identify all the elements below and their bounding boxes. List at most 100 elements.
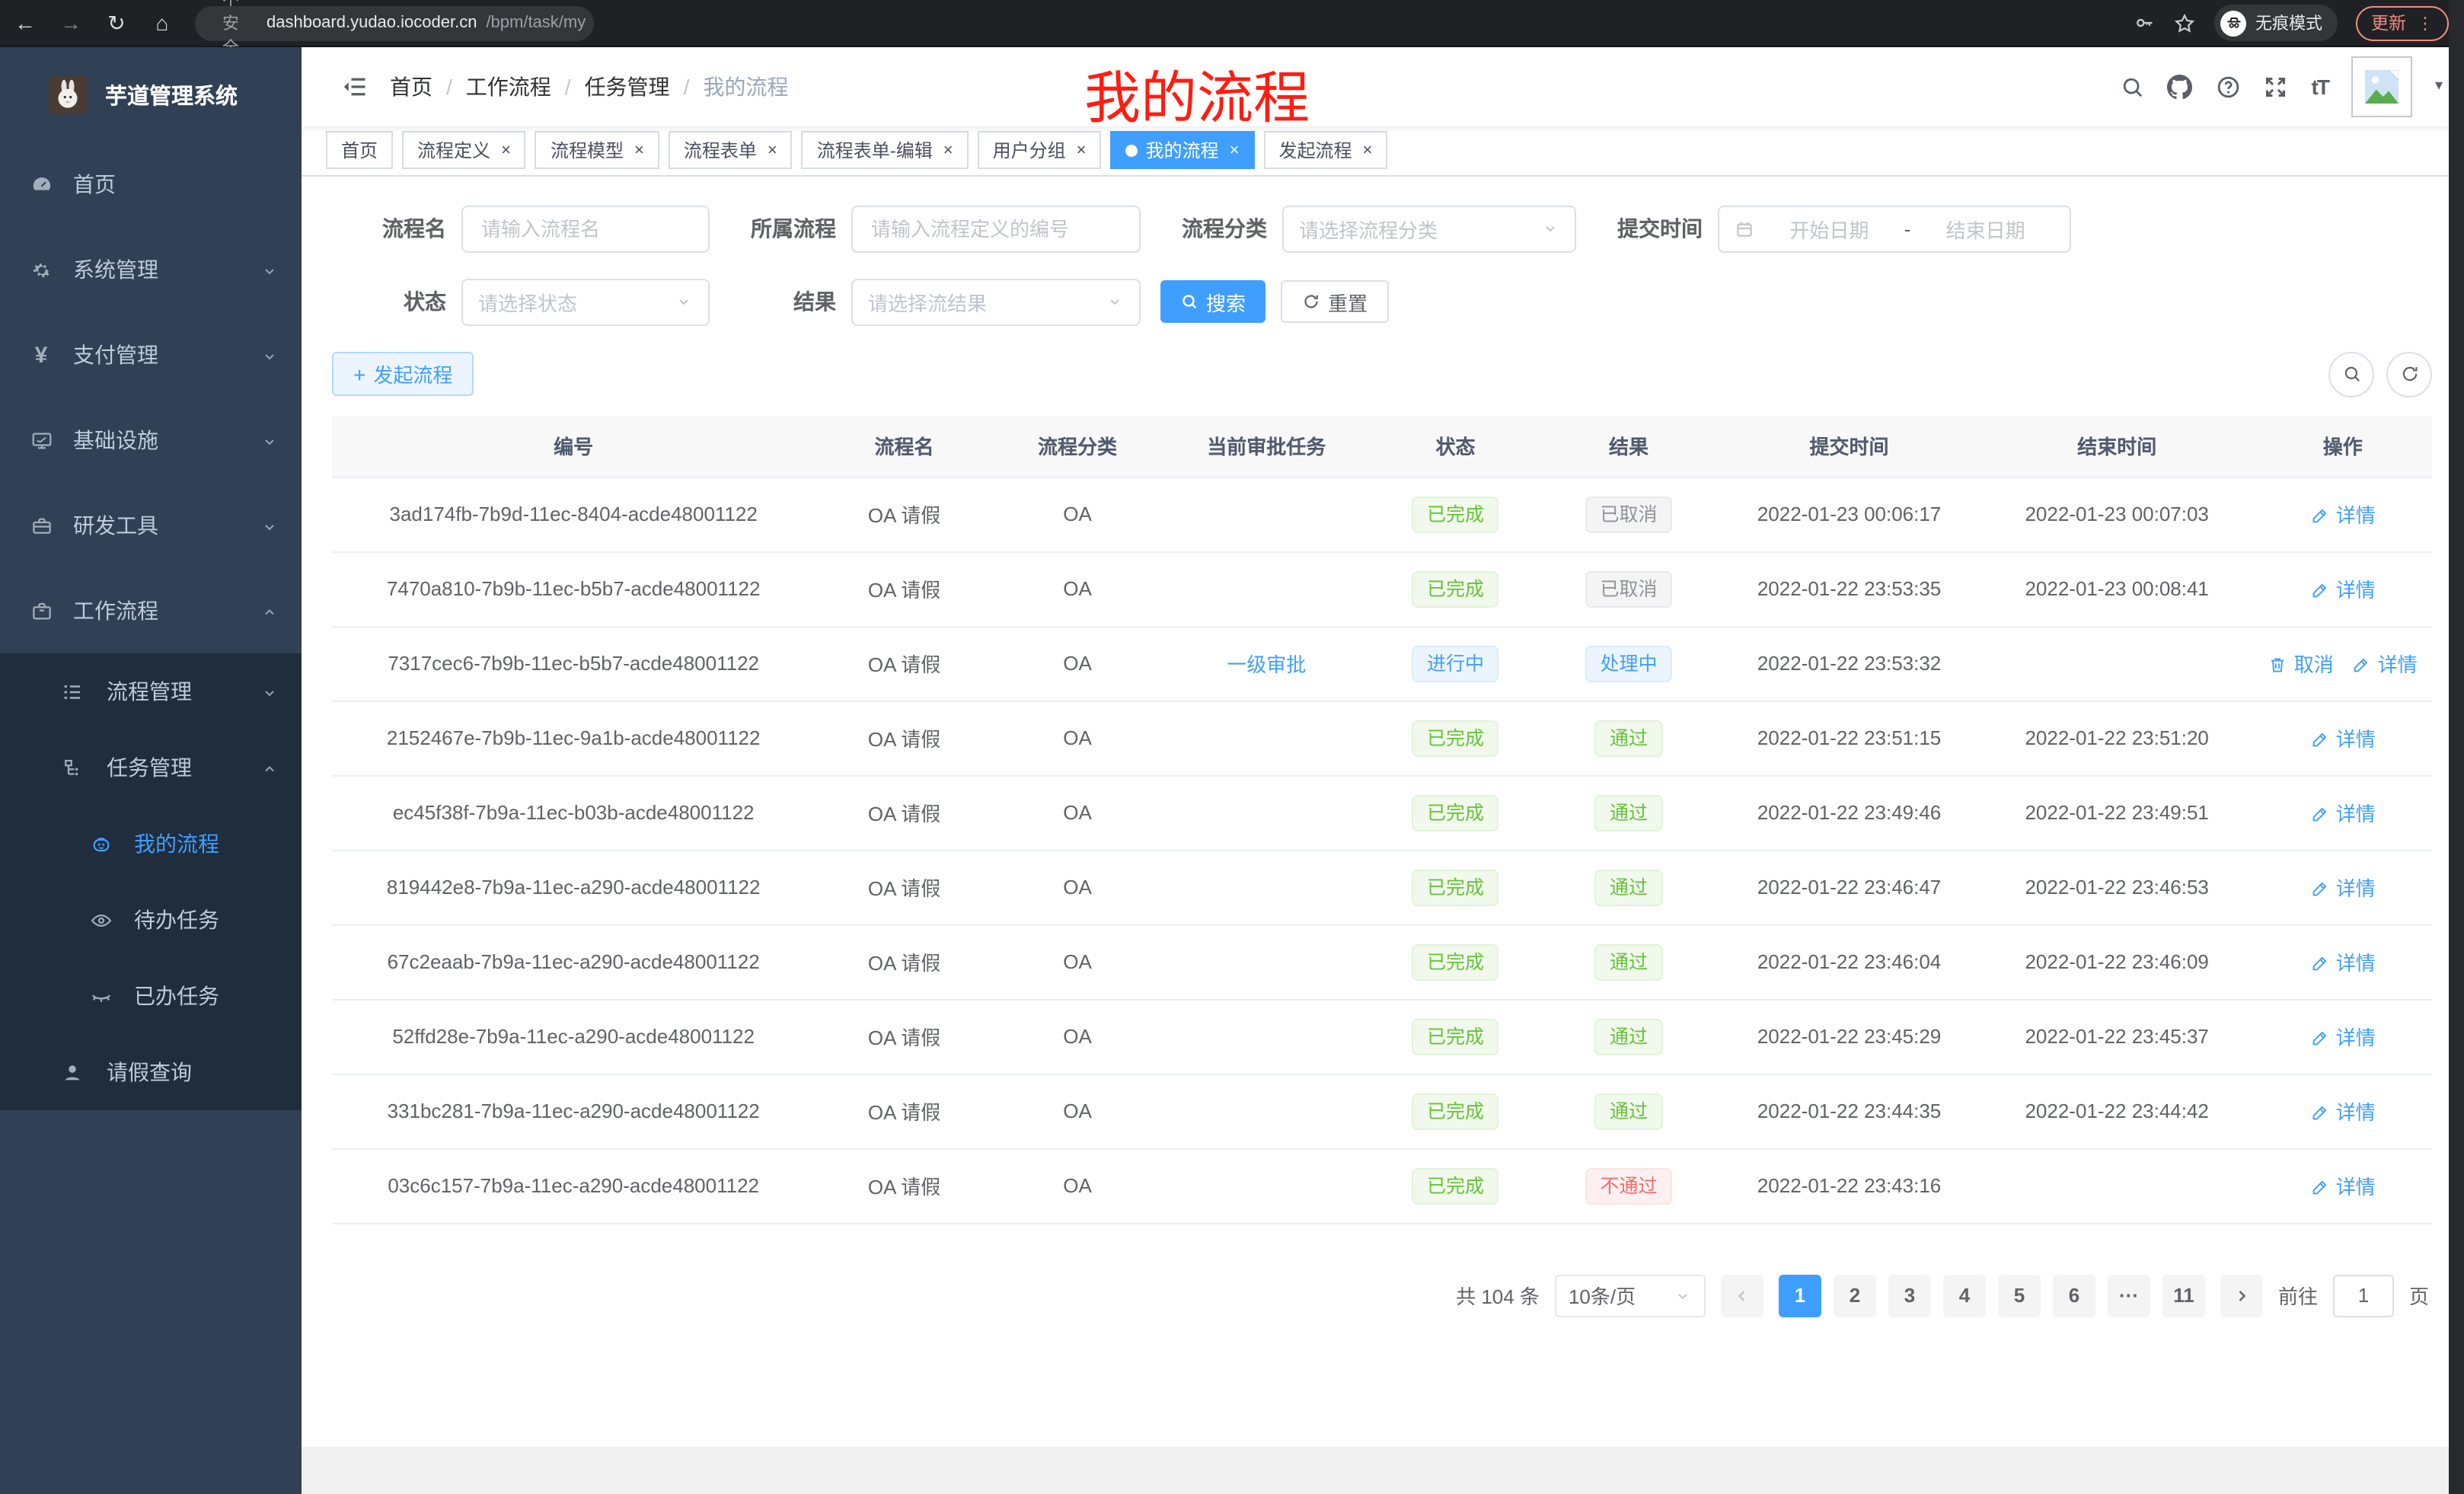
monitor-icon <box>27 428 55 452</box>
back-icon[interactable]: ← <box>12 11 38 35</box>
page-button-4[interactable]: 4 <box>1943 1275 1986 1317</box>
page-size-select[interactable]: 10条/页 <box>1555 1275 1706 1317</box>
sidebar-item-我的流程[interactable]: 我的流程 <box>0 806 302 882</box>
page-button-11[interactable]: 11 <box>2162 1275 2205 1317</box>
result-select[interactable]: 请选择流结果 <box>851 279 1141 326</box>
window-scrollbar[interactable] <box>2449 0 2464 1494</box>
kebab-menu-icon[interactable]: ⋮ <box>2417 13 2434 33</box>
caret-down-icon[interactable]: ▾ <box>2435 78 2443 95</box>
breadcrumb-item[interactable]: 首页 <box>390 72 432 102</box>
sidebar-toggle-icon[interactable] <box>341 73 369 101</box>
sidebar-item-基础设施[interactable]: 基础设施 <box>0 397 302 483</box>
reset-button[interactable]: 重置 <box>1281 281 1389 324</box>
next-page-button[interactable] <box>2220 1275 2263 1317</box>
sidebar-item-支付管理[interactable]: ¥支付管理 <box>0 312 302 397</box>
create-process-button[interactable]: + 发起流程 <box>332 353 474 397</box>
cell-status: 已完成 <box>1371 701 1540 776</box>
table-row: ec45f38f-7b9a-11ec-b03b-acde48001122OA 请… <box>332 776 2432 851</box>
tab-close-icon[interactable]: × <box>768 142 777 160</box>
page-button-6[interactable]: 6 <box>2053 1275 2095 1317</box>
tab-我的流程[interactable]: 我的流程× <box>1111 132 1255 170</box>
address-bar[interactable]: 不安全 dashboard.yudao.iocoder.cn/bpm/task/… <box>195 5 594 40</box>
goto-page-input[interactable] <box>2333 1275 2394 1317</box>
fullscreen-icon[interactable] <box>2264 74 2289 99</box>
table-row: 7317cec6-7b9b-11ec-b5b7-acde48001122OA 请… <box>332 627 2432 701</box>
current-task-link[interactable]: 一级审批 <box>1227 654 1306 677</box>
tab-流程表单[interactable]: 流程表单× <box>669 132 793 170</box>
table-search-toggle-button[interactable] <box>2328 352 2374 397</box>
detail-action-link[interactable]: 详情 <box>2310 948 2376 977</box>
detail-action-link[interactable]: 详情 <box>2310 1097 2376 1126</box>
cell-submit-time: 2022-01-22 23:51:15 <box>1718 701 1980 776</box>
incognito-badge[interactable]: 无痕模式 <box>2214 5 2338 41</box>
status-badge: 已完成 <box>1412 1168 1499 1205</box>
star-icon[interactable] <box>2173 11 2196 34</box>
tab-close-icon[interactable]: × <box>501 142 511 160</box>
app-logo[interactable]: 芋道管理系统 <box>0 47 302 142</box>
detail-action-link[interactable]: 详情 <box>2310 724 2376 753</box>
cell-actions: 详情 <box>2253 477 2432 552</box>
sidebar-submenu: 流程管理任务管理我的流程待办任务已办任务请假查询 <box>0 653 302 1110</box>
avatar[interactable] <box>2351 56 2412 117</box>
sidebar-item-已办任务[interactable]: 已办任务 <box>0 958 302 1034</box>
update-button[interactable]: 更新 ⋮ <box>2356 5 2449 40</box>
help-icon[interactable] <box>2216 74 2241 99</box>
detail-action-link[interactable]: 详情 <box>2310 1172 2376 1201</box>
tab-流程表单-编辑[interactable]: 流程表单-编辑× <box>802 132 969 170</box>
sidebar-item-研发工具[interactable]: 研发工具 <box>0 483 302 568</box>
detail-action-label: 详情 <box>2378 650 2418 678</box>
tab-label: 流程定义 <box>417 138 490 164</box>
forward-icon[interactable]: → <box>58 11 84 35</box>
table-refresh-button[interactable] <box>2386 352 2432 397</box>
calendar-icon <box>1735 219 1754 239</box>
status-select[interactable]: 请选择状态 <box>461 279 710 326</box>
page-button-3[interactable]: 3 <box>1888 1275 1931 1317</box>
search-button[interactable]: 搜索 <box>1160 281 1266 324</box>
tab-流程模型[interactable]: 流程模型× <box>535 132 659 170</box>
detail-action-link[interactable]: 详情 <box>2310 575 2376 604</box>
tab-close-icon[interactable]: × <box>1362 142 1372 160</box>
page-button-5[interactable]: 5 <box>1998 1275 2041 1317</box>
sidebar-item-系统管理[interactable]: 系统管理 <box>0 227 302 312</box>
tab-close-icon[interactable]: × <box>943 142 953 160</box>
page-button-2[interactable]: 2 <box>1834 1275 1876 1317</box>
search-icon[interactable] <box>2120 74 2145 99</box>
more-pages-button[interactable]: ··· <box>2108 1275 2150 1317</box>
detail-action-link[interactable]: 详情 <box>2352 650 2418 678</box>
search-form-row-1: 流程名 所属流程 流程分类 请选择流程分类 提交时间 开始日期 <box>332 206 2432 253</box>
tab-用户分组[interactable]: 用户分组× <box>978 132 1102 170</box>
process-name-input[interactable] <box>461 206 710 253</box>
tab-流程定义[interactable]: 流程定义 × <box>402 132 526 170</box>
sidebar-item-首页[interactable]: 首页 <box>0 142 302 227</box>
sidebar-item-工作流程[interactable]: 工作流程 <box>0 568 302 653</box>
robot-icon <box>87 832 114 855</box>
github-icon[interactable] <box>2168 74 2193 99</box>
definition-id-input[interactable] <box>851 206 1141 253</box>
cancel-action-link[interactable]: 取消 <box>2268 650 2334 678</box>
detail-action-link[interactable]: 详情 <box>2310 799 2376 828</box>
breadcrumb-item[interactable]: 任务管理 <box>585 72 670 102</box>
page-button-1[interactable]: 1 <box>1779 1275 1821 1317</box>
key-icon[interactable] <box>2134 12 2155 34</box>
tab-close-icon[interactable]: × <box>634 142 644 160</box>
breadcrumb-separator: / <box>684 75 690 99</box>
tab-close-icon[interactable]: × <box>1077 142 1087 160</box>
sidebar-item-任务管理[interactable]: 任务管理 <box>0 729 302 806</box>
detail-action-link[interactable]: 详情 <box>2310 500 2376 529</box>
tab-发起流程[interactable]: 发起流程× <box>1263 132 1387 170</box>
cell-submit-time: 2022-01-22 23:45:29 <box>1718 1000 1980 1074</box>
tab-首页[interactable]: 首页 <box>326 132 393 170</box>
reload-icon[interactable]: ↻ <box>104 10 129 36</box>
detail-action-link[interactable]: 详情 <box>2310 1023 2376 1052</box>
sidebar-item-请假查询[interactable]: 请假查询 <box>0 1034 302 1110</box>
prev-page-button[interactable] <box>1721 1275 1763 1317</box>
tab-close-icon[interactable]: × <box>1230 142 1240 160</box>
detail-action-link[interactable]: 详情 <box>2310 873 2376 902</box>
breadcrumb-item[interactable]: 工作流程 <box>466 72 551 102</box>
font-size-icon[interactable]: tT <box>2312 75 2328 99</box>
home-icon[interactable]: ⌂ <box>149 11 175 35</box>
submit-time-range[interactable]: 开始日期 - 结束日期 <box>1718 206 2071 253</box>
category-select[interactable]: 请选择流程分类 <box>1282 206 1576 253</box>
sidebar-item-流程管理[interactable]: 流程管理 <box>0 653 302 729</box>
sidebar-item-待办任务[interactable]: 待办任务 <box>0 882 302 958</box>
